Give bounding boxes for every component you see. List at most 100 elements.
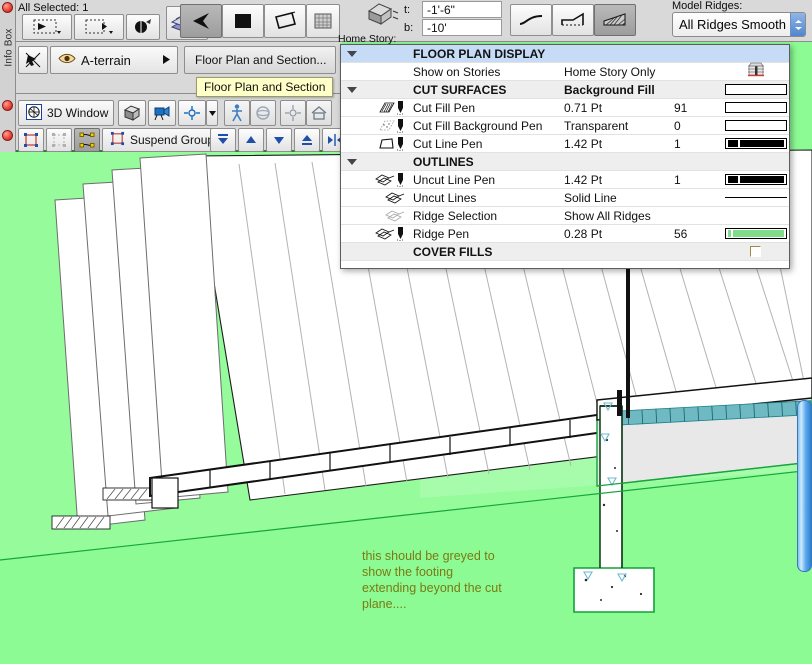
group-icon[interactable] bbox=[18, 128, 44, 152]
pointer-arrow-icon[interactable] bbox=[18, 46, 48, 74]
row-pen-number[interactable]: 56 bbox=[674, 227, 722, 241]
disclosure-triangle-icon[interactable] bbox=[341, 86, 363, 93]
row-value[interactable]: 0.28 Pt bbox=[564, 227, 674, 241]
close-button-row3[interactable] bbox=[2, 100, 13, 111]
floor-plan-display-dialog[interactable]: FLOOR PLAN DISPLAY Show on Stories Home St… bbox=[340, 44, 790, 269]
row-value[interactable]: Background Fill bbox=[564, 83, 674, 97]
dialog-row[interactable]: Show on Stories Home Story Only bbox=[341, 62, 789, 81]
row-value[interactable]: Show All Ridges bbox=[564, 209, 674, 223]
polyline-corner-icon[interactable] bbox=[180, 4, 222, 38]
model-ridges-dropdown[interactable]: All Ridges Smooth bbox=[672, 12, 806, 37]
row-pen-number[interactable]: 1 bbox=[674, 137, 722, 151]
dots-icon[interactable] bbox=[379, 120, 395, 132]
fill-bucket-icon[interactable] bbox=[126, 14, 160, 40]
dialog-row[interactable]: Ridge Pen 0.28 Pt 56 bbox=[341, 225, 789, 243]
3d-window-button[interactable]: 3D Window bbox=[18, 100, 114, 126]
dialog-row[interactable]: Cut Line Pen 1.42 Pt 1 bbox=[341, 135, 789, 153]
cover-fills-checkbox[interactable] bbox=[750, 246, 761, 257]
disclosure-triangle-icon[interactable] bbox=[341, 158, 363, 165]
bring-forward-icon[interactable] bbox=[238, 128, 264, 152]
row-icons bbox=[363, 172, 409, 187]
story-icon[interactable] bbox=[747, 62, 765, 79]
send-backward-icon[interactable] bbox=[266, 128, 292, 152]
dialog-row[interactable]: OUTLINES bbox=[341, 153, 789, 171]
row-swatch-cell bbox=[722, 120, 789, 131]
elevation-top-input[interactable]: -1'-6" bbox=[422, 1, 502, 18]
pen-swatch-black[interactable] bbox=[724, 174, 787, 185]
row-swatch-cell bbox=[722, 138, 789, 149]
ridged-curve-icon[interactable] bbox=[552, 4, 594, 36]
row-value[interactable]: 1.42 Pt bbox=[564, 137, 674, 151]
pen-icon[interactable] bbox=[396, 172, 405, 187]
roof-line-icon[interactable] bbox=[385, 191, 405, 204]
rotated-rectangle-icon[interactable] bbox=[264, 4, 306, 38]
row-value[interactable]: Home Story Only bbox=[564, 65, 674, 79]
disclosure-triangle-icon[interactable] bbox=[341, 50, 363, 57]
vertical-scrollbar[interactable] bbox=[797, 400, 812, 572]
pen-swatch-white[interactable] bbox=[724, 120, 787, 131]
suspend-groups-button[interactable]: Suspend Groups bbox=[102, 128, 220, 152]
ungroup-icon[interactable] bbox=[46, 128, 72, 152]
edit-group-icon[interactable] bbox=[74, 128, 100, 152]
row-label: Uncut Line Pen bbox=[413, 172, 496, 187]
pen-icon[interactable] bbox=[396, 118, 405, 133]
home-icon[interactable] bbox=[306, 100, 332, 126]
chevron-down-icon[interactable] bbox=[790, 13, 805, 36]
pen-icon[interactable] bbox=[396, 136, 405, 151]
dialog-row[interactable]: Uncut Lines Solid Line bbox=[341, 189, 789, 207]
grid-mesh-icon[interactable] bbox=[306, 4, 340, 38]
row-icons bbox=[363, 226, 409, 241]
row-pen-number[interactable]: 91 bbox=[674, 101, 722, 115]
hatched-slope-icon[interactable] bbox=[594, 4, 636, 36]
dialog-row[interactable]: Ridge Selection Show All Ridges bbox=[341, 207, 789, 225]
floor-plan-section-button[interactable]: Floor Plan and Section... bbox=[184, 46, 336, 74]
close-button-row4[interactable] bbox=[2, 130, 13, 141]
line-type-swatch-solid[interactable] bbox=[724, 197, 787, 198]
chevron-right-icon[interactable] bbox=[163, 53, 170, 67]
pen-swatch-green[interactable] bbox=[724, 228, 787, 239]
smooth-curve-icon[interactable] bbox=[510, 4, 552, 36]
row-pen-number[interactable]: 0 bbox=[674, 119, 722, 133]
bring-to-front-icon[interactable] bbox=[294, 128, 320, 152]
hatch-icon[interactable] bbox=[379, 102, 395, 114]
walk-icon[interactable] bbox=[224, 100, 250, 126]
dialog-row[interactable]: Cut Fill Background Pen Transparent 0 bbox=[341, 117, 789, 135]
roof-icon[interactable] bbox=[375, 173, 395, 186]
elevation-bottom-input[interactable]: -10' bbox=[422, 19, 502, 36]
ridge-icon[interactable] bbox=[375, 227, 395, 240]
dialog-row[interactable]: Cut Fill Pen 0.71 Pt 91 bbox=[341, 99, 789, 117]
info-box-label: Info Box bbox=[3, 28, 15, 67]
eye-icon[interactable] bbox=[58, 53, 76, 67]
row-swatch-cell bbox=[722, 197, 789, 198]
chevron-down-icon[interactable] bbox=[206, 100, 218, 126]
target-icon[interactable] bbox=[280, 100, 306, 126]
cube-icon[interactable] bbox=[118, 100, 146, 126]
pen-swatch-white[interactable] bbox=[724, 102, 787, 113]
dialog-row[interactable]: Uncut Line Pen 1.42 Pt 1 bbox=[341, 171, 789, 189]
row-value[interactable]: Solid Line bbox=[564, 191, 674, 205]
axis-move-icon[interactable] bbox=[178, 100, 206, 126]
marquee-offset-icon[interactable] bbox=[74, 14, 124, 40]
ridge-gray-icon[interactable] bbox=[385, 209, 405, 222]
cutshape-icon[interactable] bbox=[379, 137, 395, 150]
row-value[interactable]: Transparent bbox=[564, 119, 674, 133]
row-swatch-cell bbox=[722, 246, 789, 257]
dialog-row[interactable]: COVER FILLS bbox=[341, 243, 789, 261]
camera-icon[interactable] bbox=[148, 100, 176, 126]
pen-icon[interactable] bbox=[396, 100, 405, 115]
pen-swatch-black[interactable] bbox=[724, 138, 787, 149]
close-button-row1[interactable] bbox=[2, 2, 13, 13]
row-value[interactable]: 1.42 Pt bbox=[564, 173, 674, 187]
row-value[interactable]: 0.71 Pt bbox=[564, 101, 674, 115]
dialog-row[interactable]: CUT SURFACES Background Fill bbox=[341, 81, 789, 99]
mesh-box-icon[interactable] bbox=[364, 0, 400, 30]
orbit-icon[interactable] bbox=[250, 100, 276, 126]
pen-icon[interactable] bbox=[396, 226, 405, 241]
pen-swatch-white[interactable] bbox=[724, 84, 787, 95]
dialog-row[interactable]: FLOOR PLAN DISPLAY bbox=[341, 45, 789, 63]
send-to-back-icon[interactable] bbox=[210, 128, 236, 152]
row-pen-number[interactable]: 1 bbox=[674, 173, 722, 187]
rectangle-icon[interactable] bbox=[222, 4, 264, 38]
layer-dropdown[interactable]: A-terrain bbox=[50, 46, 178, 74]
marquee-select-icon[interactable] bbox=[22, 14, 72, 40]
